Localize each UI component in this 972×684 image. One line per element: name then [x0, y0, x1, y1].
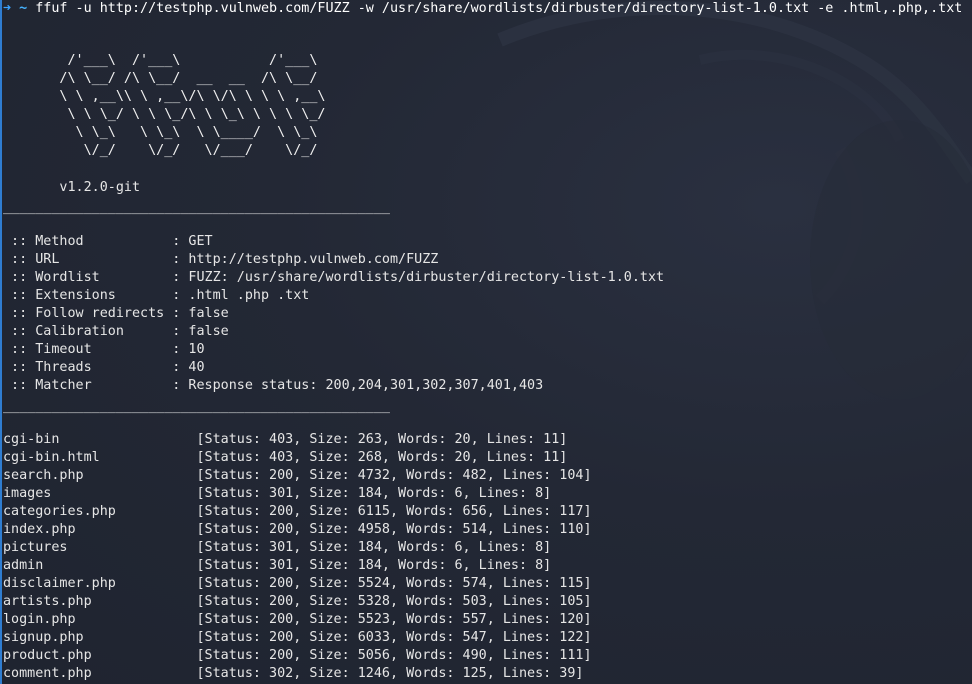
command-text: ffuf -u http://testphp.vulnweb.com/FUZZ …	[35, 1, 963, 16]
result-line: product.php [Status: 200, Size: 5056, Wo…	[3, 648, 592, 663]
terminal-window[interactable]: ➜ ~ ffuf -u http://testphp.vulnweb.com/F…	[0, 0, 972, 684]
prompt-line: ➜ ~ ffuf -u http://testphp.vulnweb.com/F…	[3, 0, 962, 18]
config-line: :: Method : GET	[3, 234, 213, 249]
result-line: comment.php [Status: 302, Size: 1246, Wo…	[3, 666, 584, 681]
config-line: :: Wordlist : FUZZ: /usr/share/wordlists…	[3, 270, 665, 285]
banner-line: /'___\ /'___\ /'___\	[3, 53, 318, 68]
config-line: :: Extensions : .html .php .txt	[3, 288, 310, 303]
result-line: images [Status: 301, Size: 184, Words: 6…	[3, 486, 552, 501]
config-line: :: URL : http://testphp.vulnweb.com/FUZZ	[3, 252, 439, 267]
config-line: :: Calibration : false	[3, 324, 229, 339]
result-line: cgi-bin [Status: 403, Size: 263, Words: …	[3, 432, 568, 447]
result-line: admin [Status: 301, Size: 184, Words: 6,…	[3, 558, 552, 573]
prompt-directory: ~	[19, 1, 28, 16]
banner-line: \/_/ \/_/ \/___/ \/_/	[3, 143, 318, 158]
config-line: :: Threads : 40	[3, 360, 205, 375]
result-line: index.php [Status: 200, Size: 4958, Word…	[3, 522, 592, 537]
terminal-left-gutter	[0, 0, 2, 684]
banner-line: \ \ \_/ \ \ \_/\ \ \_\ \ \ \ \_/	[3, 107, 326, 122]
result-line: signup.php [Status: 200, Size: 6033, Wor…	[3, 630, 592, 645]
result-line: search.php [Status: 200, Size: 4732, Wor…	[3, 468, 592, 483]
result-line: login.php [Status: 200, Size: 5523, Word…	[3, 612, 592, 627]
separator-line: ________________________________________…	[3, 399, 390, 414]
config-line: :: Follow redirects : false	[3, 306, 229, 321]
banner-line: \ \_\ \ \_\ \ \____/ \ \_\	[3, 125, 318, 140]
separator-line: ________________________________________…	[3, 200, 390, 215]
version-text: v1.2.0-git	[3, 180, 141, 195]
config-line: :: Matcher : Response status: 200,204,30…	[3, 378, 544, 393]
config-line: :: Timeout : 10	[3, 342, 205, 357]
banner-line: \ \ ,__\\ \ ,__\/\ \/\ \ \ \ ,__\	[3, 89, 326, 104]
result-line: categories.php [Status: 200, Size: 6115,…	[3, 504, 592, 519]
banner-line: /\ \__/ /\ \__/ __ __ /\ \__/	[3, 71, 318, 86]
result-line: artists.php [Status: 200, Size: 5328, Wo…	[3, 594, 592, 609]
result-line: cgi-bin.html [Status: 403, Size: 268, Wo…	[3, 450, 568, 465]
result-line: pictures [Status: 301, Size: 184, Words:…	[3, 540, 552, 555]
prompt-arrow-icon: ➜	[3, 1, 12, 16]
result-line: disclaimer.php [Status: 200, Size: 5524,…	[3, 576, 592, 591]
